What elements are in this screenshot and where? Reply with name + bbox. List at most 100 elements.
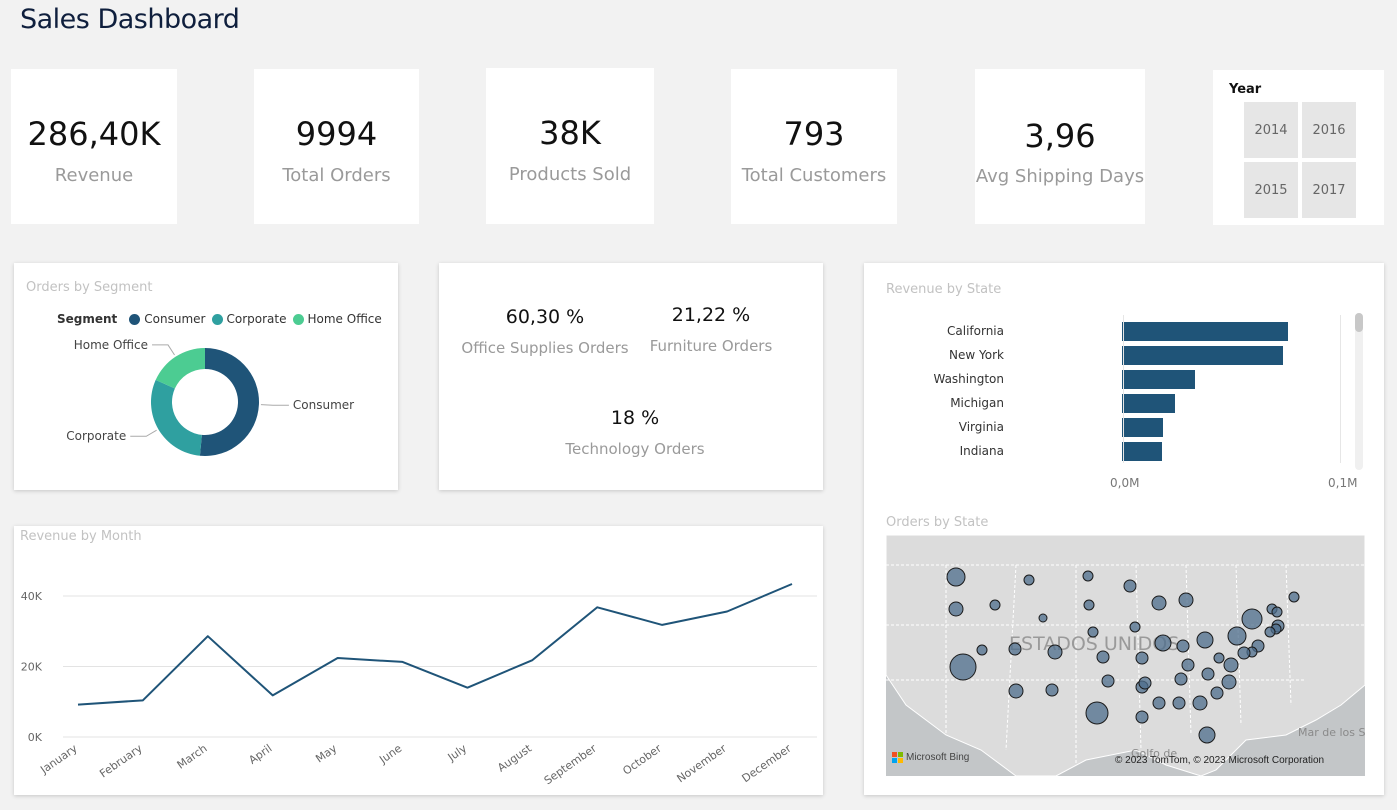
donut-slice-consumer[interactable] [199,348,259,456]
furniture-pct: 21,22 % [671,304,751,326]
segment-donut-chart[interactable]: Consumer Corporate Home Office [14,263,398,490]
map-bubble[interactable] [1045,683,1059,697]
donut-data-label: Home Office [74,338,148,352]
kpi-label: Total Orders [282,165,391,186]
orders-by-state-map[interactable]: ESTADOS UNIDOSMar de los SarGolfo de [886,535,1365,776]
category-mix-card[interactable]: 60,30 % Office Supplies Orders 21,22 % F… [439,263,823,490]
map-bubble[interactable] [1271,606,1283,618]
map-bubble[interactable] [976,644,988,656]
y-tick-label: 0K [28,731,43,744]
state-label: California [947,324,1004,338]
slicer-title: Year [1229,82,1262,97]
kpi-card-revenue[interactable]: 286,40K Revenue [11,69,177,224]
state-bar[interactable] [1122,418,1164,437]
map-bubble[interactable] [946,567,966,587]
state-bar[interactable] [1122,346,1283,365]
map-bubble[interactable] [1151,595,1167,611]
donut-slice-corporate[interactable] [151,379,202,456]
map-bubble[interactable] [1085,701,1109,725]
map-bubble[interactable] [1082,570,1094,582]
map-bubble[interactable] [1198,726,1216,744]
microsoft-logo-icon [892,752,903,763]
kpi-value: 286,40K [27,115,161,153]
scrollbar-thumb[interactable] [1355,313,1363,332]
donut-slice-home-office[interactable] [155,348,205,389]
map-bubble[interactable] [1038,613,1048,623]
data-point [660,622,665,627]
state-panel-card: Revenue by State California New York Washi… [864,263,1384,795]
x-tick-label: 0,0M [1110,476,1140,490]
data-point [335,656,340,661]
map-bubble[interactable] [1174,672,1188,686]
map-bubble[interactable] [1152,696,1166,710]
kpi-value: 793 [783,115,845,153]
data-point [76,702,81,707]
orders-by-segment-card[interactable]: Orders by Segment Segment Consumer Corpo… [14,263,398,490]
map-bubble[interactable] [1083,599,1095,611]
map-copyright: © 2023 TomTom, © 2023 Microsoft Corporat… [1115,755,1325,766]
map-bubble[interactable] [1201,667,1215,681]
state-bar[interactable] [1122,370,1195,389]
map-bubble[interactable] [1087,626,1099,638]
state-bar[interactable] [1122,442,1163,461]
state-bar[interactable] [1122,394,1176,413]
kpi-card-total-customers[interactable]: 793 Total Customers [731,69,897,224]
state-label: Michigan [950,396,1004,410]
technology-label: Technology Orders [565,440,705,458]
kpi-card-avg-shipping-days[interactable]: 3,96 Avg Shipping Days [975,69,1145,224]
y-tick-label: 20K [21,661,43,674]
data-point [400,659,405,664]
map-bubble[interactable] [1047,644,1063,660]
map-bubble[interactable] [1192,695,1208,711]
map-bubble[interactable] [949,653,977,681]
map-bubble[interactable] [1154,634,1172,652]
donut-data-label: Corporate [66,429,126,443]
map-bubble[interactable] [1135,651,1149,665]
data-point [595,605,600,610]
map-bubble[interactable] [1227,626,1247,646]
year-option-2016[interactable]: 2016 [1302,102,1356,158]
map-bubble[interactable] [1237,646,1251,660]
kpi-card-products-sold[interactable]: 38K Products Sold [486,68,654,224]
leader-line [152,344,175,356]
map-bubble[interactable] [1008,642,1022,656]
x-tick-label: June [376,742,404,767]
map-bubble[interactable] [1096,650,1110,664]
technology-pct: 18 % [610,407,660,429]
map-bubble[interactable] [1008,683,1024,699]
state-bar[interactable] [1122,322,1288,341]
map-bubble[interactable] [1241,608,1263,630]
map-bubble[interactable] [1210,686,1224,700]
map-bubble[interactable] [1223,657,1239,673]
map-bubble[interactable] [1023,574,1035,586]
map-bubble[interactable] [1101,674,1115,688]
data-point [270,693,275,698]
revenue-by-month-chart[interactable]: 0K 20K 40K January February March April May June… [14,526,823,795]
map-bubble[interactable] [1288,591,1300,603]
x-tick-label: September [542,742,600,788]
map-bubble[interactable] [1123,579,1137,593]
map-bubble[interactable] [1176,639,1190,653]
map-bubble[interactable] [989,599,1001,611]
map-bubble[interactable] [1178,592,1194,608]
year-option-2014[interactable]: 2014 [1244,102,1298,158]
map-bubble[interactable] [1172,696,1186,710]
revenue-by-month-card[interactable]: Revenue by Month 0K 20K 40K January February… [14,526,823,795]
visual-title: Orders by State [886,515,989,530]
series-line [77,583,793,706]
map-bubble[interactable] [1264,626,1276,638]
map-bubble[interactable] [1196,631,1214,649]
map-bubble[interactable] [1138,676,1152,690]
map-bubble[interactable] [1221,674,1237,690]
map-bubble[interactable] [948,601,964,617]
furniture-label: Furniture Orders [649,337,773,355]
map-bubble[interactable] [1129,621,1141,633]
year-option-2015[interactable]: 2015 [1244,162,1298,218]
x-tick-label: July [445,742,470,765]
kpi-card-total-orders[interactable]: 9994 Total Orders [254,69,419,224]
year-option-2017[interactable]: 2017 [1302,162,1356,218]
map-bubble[interactable] [1181,658,1195,672]
map-bubble[interactable] [1213,652,1225,664]
map-bubble[interactable] [1135,710,1149,724]
scrollbar-track[interactable] [1355,313,1363,470]
